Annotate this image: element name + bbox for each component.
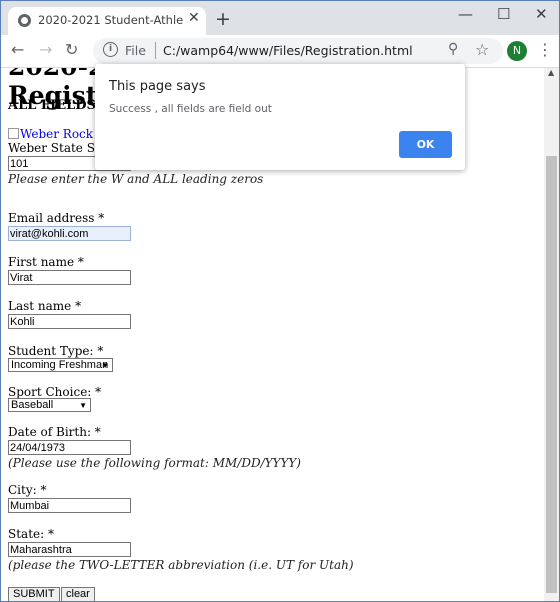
sport-choice-value: Baseball	[11, 399, 54, 411]
last-name-label: Last name *	[8, 299, 82, 313]
last-name-input[interactable]: Kohli	[8, 314, 131, 329]
state-input[interactable]: Maharashtra	[8, 542, 131, 557]
tab-title: 2020-2021 Student-Athlete Regis	[38, 13, 183, 27]
ok-button[interactable]: OK	[399, 131, 452, 158]
dropdown-arrow-icon: ▼	[101, 361, 109, 370]
reload-button[interactable]: ↻	[65, 40, 78, 59]
url-divider	[155, 42, 156, 59]
dob-hint: (Please use the following format: MM/DD/…	[8, 456, 301, 470]
browser-window: 2020-2021 Student-Athlete Regis ✕ + — ☐ …	[0, 0, 560, 602]
dob-input[interactable]: 24/04/1973	[8, 440, 131, 455]
dropdown-arrow-icon: ▼	[79, 401, 87, 410]
url-scheme-label: File	[125, 43, 146, 58]
clear-button[interactable]: clear	[61, 587, 95, 601]
state-hint: (please the TWO-LETTER abbreviation (i.e…	[8, 558, 354, 572]
scroll-up-arrow-icon[interactable]: ▲	[548, 68, 554, 77]
email-input[interactable]: virat@kohli.com	[8, 226, 131, 241]
student-type-select[interactable]: Incoming Freshman ▼	[8, 358, 113, 372]
new-tab-button[interactable]: +	[215, 8, 231, 30]
broken-image-icon	[8, 128, 19, 139]
tab-registration[interactable]: 2020-2021 Student-Athlete Regis ✕	[8, 7, 206, 35]
url-text[interactable]: C:/wamp64/www/Files/Registration.html	[163, 43, 413, 58]
minimize-button[interactable]: —	[458, 5, 473, 23]
window-close-button[interactable]: ✕	[535, 5, 548, 23]
submit-button[interactable]: SUBMIT	[8, 587, 60, 601]
maximize-button[interactable]: ☐	[497, 5, 510, 23]
zoom-icon[interactable]: ⚲	[448, 41, 458, 57]
student-type-label: Student Type: *	[8, 344, 104, 358]
forward-button[interactable]: →	[39, 40, 52, 59]
student-id-hint: Please enter the W and ALL leading zeros	[8, 172, 264, 186]
email-label: Email address *	[8, 211, 105, 225]
city-input[interactable]: Mumbai	[8, 498, 131, 513]
info-icon[interactable]: i	[103, 42, 118, 57]
dialog-message: Success , all fields are field out	[109, 103, 272, 115]
sport-choice-label: Sport Choice: *	[8, 385, 102, 399]
vertical-scrollbar[interactable]: ▲	[544, 68, 559, 601]
student-type-value: Incoming Freshman	[11, 359, 109, 371]
city-label: City: *	[8, 483, 47, 497]
dob-label: Date of Birth: *	[8, 425, 101, 439]
state-label: State: *	[8, 527, 54, 541]
globe-icon	[18, 14, 31, 27]
address-bar[interactable]: i File C:/wamp64/www/Files/Registration.…	[93, 38, 503, 64]
scrollbar-thumb[interactable]	[546, 156, 557, 593]
tab-close-icon[interactable]: ✕	[188, 10, 200, 26]
first-name-label: First name *	[8, 255, 84, 269]
alert-dialog: This page says Success , all fields are …	[95, 64, 465, 170]
dialog-title: This page says	[109, 79, 206, 94]
bookmark-star-icon[interactable]: ☆	[475, 40, 489, 59]
menu-icon[interactable]: ⋮	[537, 40, 553, 59]
profile-avatar[interactable]: N	[507, 41, 527, 61]
tab-bar: 2020-2021 Student-Athlete Regis ✕ + — ☐ …	[1, 1, 559, 35]
back-button[interactable]: ←	[11, 40, 24, 59]
sport-choice-select[interactable]: Baseball ▼	[8, 398, 91, 412]
first-name-input[interactable]: Virat	[8, 270, 131, 285]
